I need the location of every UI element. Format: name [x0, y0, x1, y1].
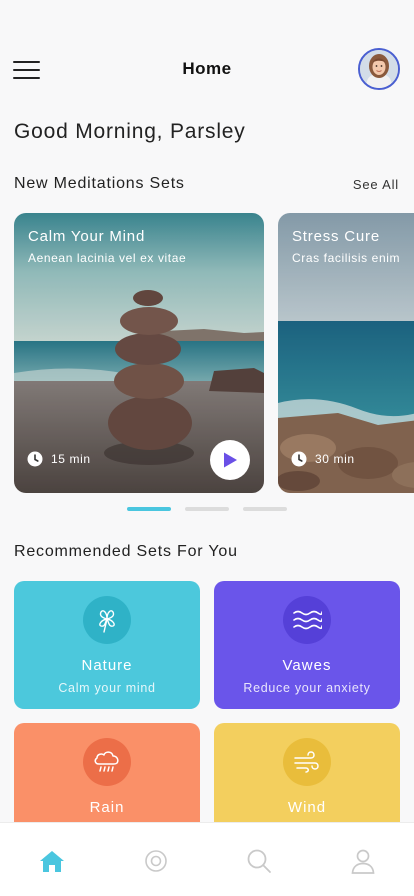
tile-title: Vawes	[282, 657, 332, 674]
duration-label: 30 min	[315, 452, 355, 466]
page-title: Home	[182, 59, 232, 78]
user-avatar[interactable]	[358, 48, 400, 90]
tile-title: Wind	[287, 799, 327, 816]
profile-icon[interactable]	[348, 846, 378, 876]
wind-icon	[283, 738, 331, 786]
tile-subtitle: Reduce your anxiety	[243, 681, 371, 695]
tile-vawes[interactable]: Vawes Reduce your anxiety	[214, 581, 400, 709]
rain-cloud-icon	[83, 738, 131, 786]
new-meditations-heading: New Meditations Sets	[14, 175, 185, 192]
recommended-heading: Recommended Sets For You	[14, 543, 238, 560]
tile-nature[interactable]: Nature Calm your mind	[14, 581, 200, 709]
top-app-bar: Home	[0, 44, 414, 94]
card-subtitle: Aenean lacinia vel ex vitae	[28, 251, 187, 265]
pager-dot[interactable]	[185, 507, 229, 511]
card-title: Stress Cure	[292, 228, 380, 245]
greeting-text: Good Morning, Parsley	[14, 120, 246, 143]
clock-icon	[291, 451, 307, 467]
card-title: Calm Your Mind	[28, 228, 146, 245]
pager-dot[interactable]	[243, 507, 287, 511]
meditation-card[interactable]: Stress Cure Cras facilisis enim 30 min	[278, 213, 414, 493]
meditate-icon[interactable]	[141, 846, 171, 876]
card-subtitle: Cras facilisis enim	[292, 251, 401, 265]
meditation-card[interactable]: Calm Your Mind Aenean lacinia vel ex vit…	[14, 213, 264, 493]
carousel-pager	[127, 507, 301, 511]
card-duration: 15 min	[27, 451, 91, 467]
clover-icon	[83, 596, 131, 644]
play-icon	[224, 452, 237, 468]
play-button[interactable]	[210, 440, 250, 480]
duration-label: 15 min	[51, 452, 91, 466]
tile-title: Nature	[81, 657, 133, 674]
home-icon[interactable]	[37, 846, 67, 876]
pager-dot-active[interactable]	[127, 507, 171, 511]
search-icon[interactable]	[244, 846, 274, 876]
waves-icon	[283, 596, 331, 644]
bottom-tab-bar	[0, 822, 414, 896]
meditation-carousel[interactable]: Calm Your Mind Aenean lacinia vel ex vit…	[0, 213, 414, 493]
tile-subtitle: Calm your mind	[58, 681, 156, 695]
see-all-link[interactable]: See All	[353, 177, 399, 192]
tile-title: Rain	[89, 799, 125, 816]
clock-icon	[27, 451, 43, 467]
card-duration: 30 min	[291, 451, 355, 467]
